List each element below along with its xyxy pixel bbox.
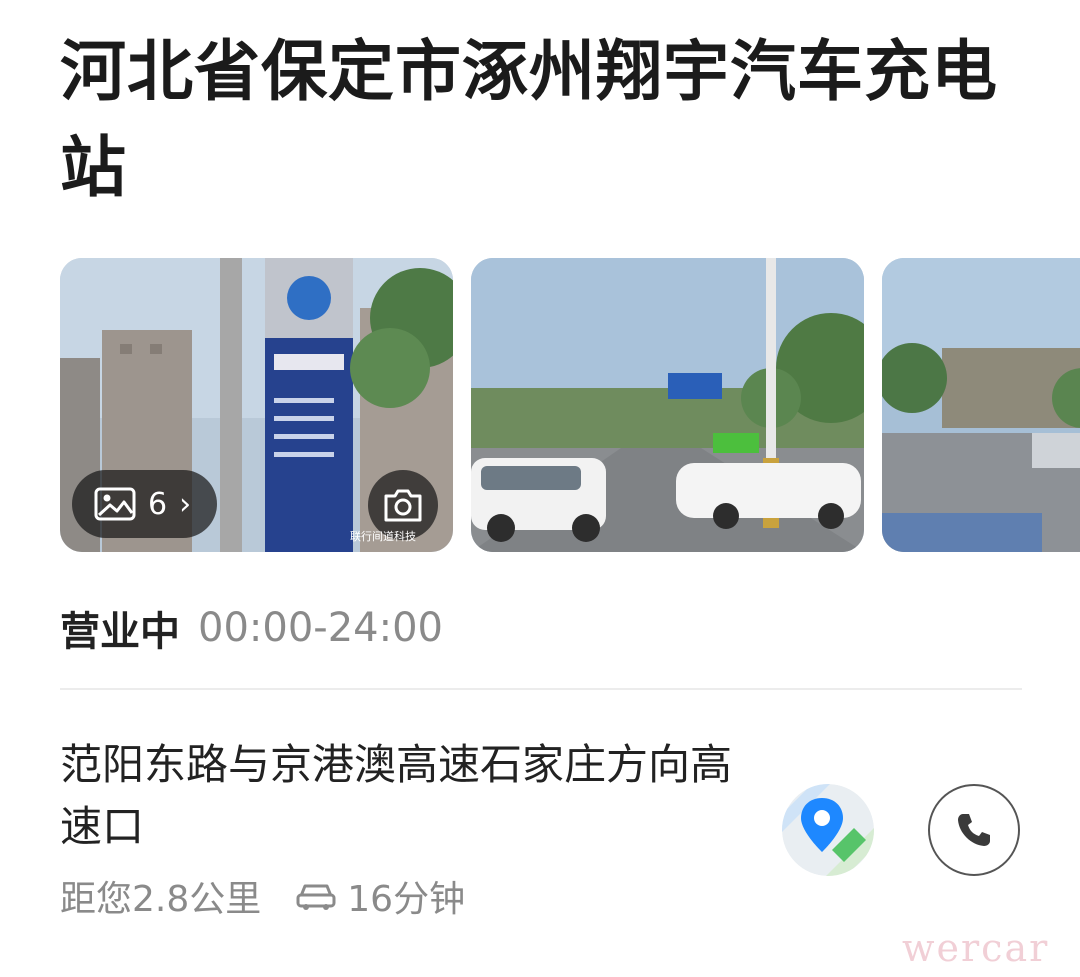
gallery-photo-3[interactable] bbox=[882, 258, 1080, 552]
map-pin-icon bbox=[782, 784, 874, 876]
phone-icon bbox=[958, 814, 990, 846]
open-status: 营业中 bbox=[60, 609, 180, 655]
station-title: 河北省保定市涿州翔宇汽车充电站 bbox=[60, 33, 998, 206]
business-hours: 营业中 00:00-24:00 bbox=[60, 600, 443, 656]
open-hours: 00:00-24:00 bbox=[198, 605, 443, 651]
photo-2-image bbox=[471, 258, 864, 552]
photo-gallery[interactable]: 6 › 联行间道科技 bbox=[60, 258, 1080, 552]
gallery-photo-1[interactable]: 6 › 联行间道科技 bbox=[60, 258, 453, 552]
call-button[interactable] bbox=[928, 784, 1020, 876]
drive-time-text: 16分钟 bbox=[347, 879, 466, 920]
car-icon bbox=[296, 884, 336, 910]
station-detail-page: 河北省保定市涿州翔宇汽车充电站 6 › 联行间道科技 营业中 00:00-24:… bbox=[0, 0, 1080, 977]
distance-text: 距您2.8公里 bbox=[60, 879, 262, 920]
watermark: wercar bbox=[902, 926, 1050, 970]
station-address: 范阳东路与京港澳高速石家庄方向高速口 bbox=[60, 740, 733, 851]
chevron-right-icon: › bbox=[179, 486, 192, 522]
photo-3-image bbox=[882, 258, 1080, 552]
photo-credit: 联行间道科技 bbox=[350, 530, 416, 543]
divider bbox=[60, 688, 1022, 690]
image-icon bbox=[94, 487, 136, 521]
gallery-photo-2[interactable] bbox=[471, 258, 864, 552]
route-info: 距您2.8公里 16分钟 bbox=[60, 868, 465, 924]
gallery-count-number: 6 bbox=[148, 486, 168, 522]
navigate-button[interactable] bbox=[782, 784, 874, 876]
camera-icon bbox=[384, 489, 422, 522]
gallery-count-button[interactable]: 6 › bbox=[72, 470, 218, 538]
